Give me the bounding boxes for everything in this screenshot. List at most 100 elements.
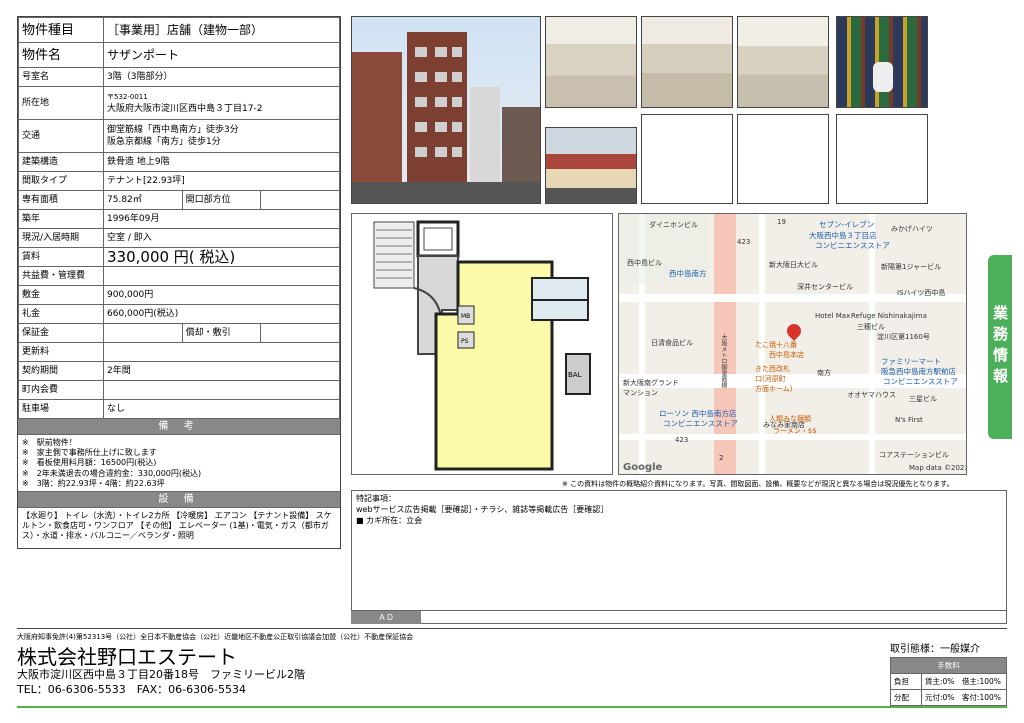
ad-bar: ＡＤ: [351, 610, 1007, 624]
remark-line: ※ 2年未満退去の場合違約金：330,000円(税込): [22, 468, 202, 478]
map-label: ISハイツ西中島: [897, 289, 946, 297]
deal-type: 取引態様：一般媒介: [890, 644, 980, 655]
map-label: 423: [737, 238, 751, 246]
building-exterior-photo: [351, 16, 541, 204]
empty-photo-slot-2: [737, 114, 829, 204]
location-map[interactable]: ダイニホンビル 19 セブン-イレブン みかげハイツ 大阪西中島３丁目店 コンビニエンスス…: [618, 213, 967, 475]
property-value: ［事業用］店舗（建物一部）: [103, 17, 340, 43]
map-label: N's First: [895, 416, 923, 424]
empty-photo-slot-3: [836, 114, 928, 204]
property-key: 間取タイプ: [18, 171, 104, 191]
property-row: 現況/入居時期 空室 / 即入: [18, 228, 340, 248]
property-key: 所在地: [18, 86, 104, 120]
property-row: 間取タイプ テナント[22.93坪]: [18, 171, 340, 191]
property-row: 物件名 サザンポート: [18, 42, 340, 68]
property-key: 現況/入居時期: [18, 228, 104, 248]
property-value: 3階（3階部分）: [103, 67, 340, 87]
property-key: 交通: [18, 119, 104, 153]
remarks-body: ※ 駅前物件！ ※ 家主側で事務所仕上げに致します ※ 看板使用料月額：1650…: [18, 434, 340, 491]
property-key: 賃料: [18, 247, 104, 267]
map-label: 西中島ビル: [627, 259, 662, 267]
fee-row-value: 賃主:0% 借主:100%: [921, 673, 1007, 690]
property-key: 保証金: [18, 323, 104, 343]
map-label: 西中島本店: [769, 351, 804, 359]
fee-row-key: 分配: [890, 689, 922, 706]
floor-plan: MB PS BAL: [351, 213, 613, 475]
property-value: [103, 266, 340, 286]
property-value: 御堂筋線「西中島南方」徒歩3分 阪急京都線「南方」徒歩1分: [103, 119, 340, 153]
map-label: オオヤマハウス: [847, 391, 896, 399]
property-value-line: 大阪府大阪市淀川区西中島３丁目17-2: [107, 104, 263, 114]
mb-label: MB: [461, 313, 470, 320]
map-label: Hotel Max: [815, 312, 851, 320]
property-row: 号室名 3階（3階部分）: [18, 67, 340, 87]
property-value: 〒532-0011 大阪府大阪市淀川区西中島３丁目17-2: [103, 86, 340, 120]
map-label: Refuge Nishinakajima: [851, 312, 927, 320]
map-label: セブン-イレブン: [819, 220, 875, 229]
property-key: 礼金: [18, 304, 104, 324]
property-row: 築年 1996年09月: [18, 209, 340, 229]
special-notes: 特記事項： webサービス広告掲載［要確認］・チラシ、雑誌等掲載広告［要確認］ …: [351, 490, 1007, 624]
interior-photo-2: [641, 16, 733, 108]
property-key: 物件名: [18, 42, 104, 68]
interior-photo-1: [545, 16, 637, 108]
company-phone: TEL：06-6306-5533 FAX：06-6306-5534: [17, 683, 247, 696]
property-value: 75.82㎡: [103, 190, 183, 210]
map-label: ダイニホンビル: [649, 221, 698, 229]
transaction-box: 取引態様：一般媒介 手数料 負担 賃主:0% 借主:100% 分配 元付:0% …: [890, 640, 1007, 706]
property-value: [260, 323, 340, 343]
company-address: 大阪市淀川区西中島３丁目20番18号 ファミリービル2階: [17, 668, 305, 681]
property-row: 敷金 900,000円: [18, 285, 340, 305]
map-label: 淀川区第1160号: [877, 333, 930, 341]
interior-photo-3: [737, 16, 829, 108]
remarks-header: 備 考: [18, 419, 340, 434]
property-value-line: 御堂筋線「西中島南方」徒歩3分: [107, 125, 239, 135]
map-label: マンション: [623, 389, 658, 397]
remark-line: ※ 駅前物件！: [22, 438, 77, 447]
property-row: 建築構造 鉄骨造 地上9階: [18, 152, 340, 172]
map-label: 日清食品ビル: [651, 339, 693, 347]
property-row: 物件種目 ［事業用］店舗（建物一部）: [18, 17, 340, 43]
property-key: 町内会費: [18, 380, 104, 400]
property-value: テナント[22.93坪]: [103, 171, 340, 191]
remark-line: ※ 3階：約22.93坪・4階：約22.63坪: [22, 478, 165, 488]
property-row: 専有面積 75.82㎡ 開口部方位: [18, 190, 340, 210]
property-key: 償却・敷引: [181, 323, 262, 343]
property-key: 共益費・管理費: [18, 266, 104, 286]
map-label: 南方: [817, 369, 831, 377]
map-label: 深井センタービル: [797, 283, 853, 291]
property-row: 所在地 〒532-0011 大阪府大阪市淀川区西中島３丁目17-2: [18, 86, 340, 120]
fee-row-key: 負担: [890, 673, 922, 690]
map-label: みかげハイツ: [891, 225, 933, 233]
notes-title: 特記事項：: [356, 494, 396, 503]
remark-line: ※ 看板使用料月額：16500円(税込): [22, 458, 157, 468]
map-label: 2: [719, 454, 724, 462]
remark-line: ※ 家主側で事務所仕上げに致します: [22, 448, 157, 458]
notes-line: ■ カギ所在：立会: [356, 516, 423, 525]
property-key: 駐車場: [18, 399, 104, 419]
map-label: コンビニエンスストア: [883, 377, 958, 386]
empty-photo-slot-1: [641, 114, 733, 204]
map-label: 新陽第1ジャービル: [881, 263, 942, 271]
property-key: 築年: [18, 209, 104, 229]
property-value: 2年間: [103, 361, 340, 381]
property-key: 専有面積: [18, 190, 104, 210]
property-key: 更新料: [18, 342, 104, 362]
map-label: 方面ホーム): [755, 385, 793, 393]
property-value-line: 阪急京都線「南方」徒歩1分: [107, 137, 221, 147]
map-label: コンビニエンスストア: [663, 419, 738, 428]
map-label: Map data ©2023: [909, 464, 967, 472]
notes-line: webサービス広告掲載［要確認］・チラシ、雑誌等掲載広告［要確認］: [356, 505, 609, 514]
property-key: 契約期間: [18, 361, 104, 381]
property-row: 交通 御堂筋線「西中島南方」徒歩3分 阪急京都線「南方」徒歩1分: [18, 119, 340, 153]
facilities-body: 【水廻り】 トイレ（水洗）・トイレ2カ所 【冷暖房】 エアコン 【テナント設備】…: [18, 507, 340, 548]
side-tab-business-info[interactable]: 業務情報: [988, 255, 1012, 439]
disclaimer: ※ この資料は物件の概略紹介資料になります。写真、間取図面、設備、概要などが現況…: [562, 480, 954, 488]
footer-divider: [17, 628, 1007, 629]
property-row: 更新料: [18, 342, 340, 362]
map-label: 423: [675, 436, 689, 444]
property-row: 共益費・管理費: [18, 266, 340, 286]
map-label: たこ焼十八番: [755, 341, 797, 349]
property-row: 契約期間 2年間: [18, 361, 340, 381]
map-label: 新大阪日大ビル: [769, 261, 818, 269]
